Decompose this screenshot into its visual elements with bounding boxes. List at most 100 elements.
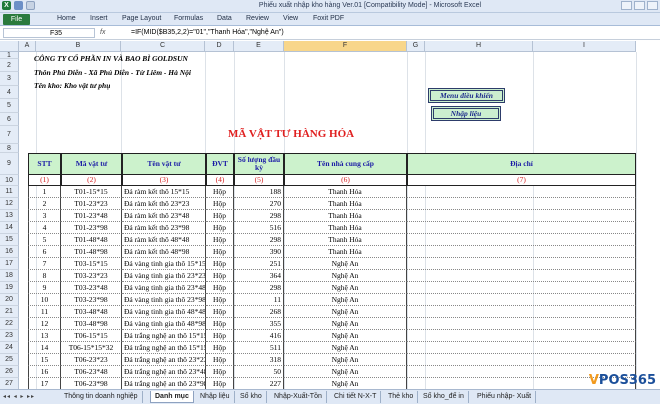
sheet-tab-stock-book[interactable]: Sổ kho [236, 391, 267, 403]
table-row[interactable]: 5 T01-48*48 Đá ràm kết thô 48*48 Hộp 298 Than… [28, 234, 636, 246]
row-header[interactable]: 20 [0, 294, 19, 306]
cell-address[interactable] [407, 342, 636, 354]
cell-qty[interactable]: 318 [234, 354, 284, 366]
row-header[interactable]: 1 [0, 52, 19, 59]
cell-address[interactable] [407, 246, 636, 258]
cell-name[interactable]: Đá ràm kết thô 23*98 [122, 222, 206, 234]
cell-stt[interactable]: 13 [28, 330, 61, 342]
column-header-e[interactable]: E [234, 41, 284, 52]
cell-qty[interactable]: 364 [234, 270, 284, 282]
sheet-tab-company-info[interactable]: Thông tin doanh nghiệp [60, 391, 143, 403]
cell-qty[interactable]: 298 [234, 210, 284, 222]
cell-name[interactable]: Đá vàng tinh gia thô 15*15 [122, 258, 206, 270]
table-row[interactable]: 3 T01-23*48 Đá ràm kết thô 23*48 Hộp 298 Than… [28, 210, 636, 222]
cell-name[interactable]: Đá trắng nghệ an thô 15*15*3 [122, 342, 206, 354]
cell-address[interactable] [407, 294, 636, 306]
data-entry-button[interactable]: Nhập liệu [431, 106, 501, 121]
cell-qty[interactable]: 268 [234, 306, 284, 318]
fx-icon[interactable]: fx [100, 29, 105, 36]
cell-qty[interactable]: 11 [234, 294, 284, 306]
row-header[interactable]: 18 [0, 270, 19, 282]
select-all-corner[interactable] [0, 41, 19, 52]
cell-unit[interactable]: Hộp [206, 210, 234, 222]
tab-view[interactable]: View [283, 15, 298, 22]
cell-address[interactable] [407, 234, 636, 246]
table-row[interactable]: 6 T01-48*98 Đá ràm kết thô 48*98 Hộp 390 Than… [28, 246, 636, 258]
undo-icon[interactable] [26, 1, 35, 10]
row-header[interactable]: 3 [0, 72, 19, 86]
cell-qty[interactable]: 390 [234, 246, 284, 258]
table-row[interactable]: 7 T03-15*15 Đá vàng tinh gia thô 15*15 Hộp 2… [28, 258, 636, 270]
cell-stt[interactable]: 6 [28, 246, 61, 258]
row-header[interactable]: 5 [0, 99, 19, 113]
cell-qty[interactable]: 298 [234, 282, 284, 294]
cell-supplier[interactable]: Nghệ An [284, 366, 407, 378]
formula-input[interactable]: =IF(MID($B35,2,2)="01","Thanh Hóa","Nghệ… [131, 29, 284, 36]
cell-address[interactable] [407, 318, 636, 330]
table-row[interactable]: 11 T03-48*48 Đá vàng tinh gia thô 48*48 Hộp… [28, 306, 636, 318]
tab-foxit-pdf[interactable]: Foxit PDF [313, 15, 344, 22]
cell-qty[interactable]: 188 [234, 186, 284, 198]
row-header[interactable]: 21 [0, 306, 19, 318]
column-header-b[interactable]: B [36, 41, 121, 52]
tab-home[interactable]: Home [57, 15, 76, 22]
sheet-tab-stock-card[interactable]: Thẻ kho [384, 391, 419, 403]
cell-supplier[interactable]: Nghệ An [284, 342, 407, 354]
cell-name[interactable]: Đá vàng tinh gia thô 23*23 [122, 270, 206, 282]
row-header[interactable]: 9 [0, 153, 19, 175]
tab-review[interactable]: Review [246, 15, 269, 22]
cell-supplier[interactable]: Nghệ An [284, 282, 407, 294]
cell-code[interactable]: T01-48*48 [61, 234, 122, 246]
table-row[interactable]: 2 T01-23*23 Đá ràm kết thô 23*23 Hộp 270 Than… [28, 198, 636, 210]
cell-stt[interactable]: 4 [28, 222, 61, 234]
cell-stt[interactable]: 5 [28, 234, 61, 246]
cell-unit[interactable]: Hộp [206, 186, 234, 198]
cell-supplier[interactable]: Thanh Hóa [284, 222, 407, 234]
cell-qty[interactable]: 511 [234, 342, 284, 354]
column-header-g[interactable]: G [407, 41, 425, 52]
column-header-d[interactable]: D [205, 41, 234, 52]
cell-address[interactable] [407, 354, 636, 366]
cell-supplier[interactable]: Nghệ An [284, 258, 407, 270]
cell-name[interactable]: Đá vàng tinh gia thô 48*98 [122, 318, 206, 330]
cell-unit[interactable]: Hộp [206, 342, 234, 354]
cell-address[interactable] [407, 198, 636, 210]
cell-stt[interactable]: 7 [28, 258, 61, 270]
cell-supplier[interactable]: Nghệ An [284, 330, 407, 342]
sheet-tab-receipt-issue[interactable]: Phiếu nhập- Xuất [473, 391, 537, 403]
row-header[interactable]: 8 [0, 144, 19, 153]
cell-code[interactable]: T06-23*23 [61, 354, 122, 366]
table-row[interactable]: 14 T06-15*15*32 Đá trắng nghệ an thô 15*15… [28, 342, 636, 354]
row-header[interactable]: 2 [0, 59, 19, 72]
cell-address[interactable] [407, 330, 636, 342]
table-row[interactable]: 4 T01-23*98 Đá ràm kết thô 23*98 Hộp 516 Than… [28, 222, 636, 234]
cell-name[interactable]: Đá trắng nghệ an thô 15*15 [122, 330, 206, 342]
row-header[interactable]: 22 [0, 318, 19, 330]
cell-name[interactable]: Đá trắng nghệ an thô 23*23 [122, 354, 206, 366]
name-box[interactable]: F35 [3, 28, 95, 38]
cell-code[interactable]: T03-23*48 [61, 282, 122, 294]
cell-stt[interactable]: 9 [28, 282, 61, 294]
column-header-i[interactable]: I [533, 41, 636, 52]
table-row[interactable]: 13 T06-15*15 Đá trắng nghệ an thô 15*15 Hộp… [28, 330, 636, 342]
column-header-a[interactable]: A [19, 41, 36, 52]
cell-code[interactable]: T03-23*23 [61, 270, 122, 282]
cell-supplier[interactable]: Thanh Hóa [284, 234, 407, 246]
cell-unit[interactable]: Hộp [206, 354, 234, 366]
cell-supplier[interactable]: Nghệ An [284, 270, 407, 282]
sheet-tab-stock-book-print[interactable]: Sổ kho_để in [419, 391, 469, 403]
sheet-tab-in-out-balance[interactable]: Nhập-Xuất-Tồn [270, 391, 327, 403]
cell-unit[interactable]: Hộp [206, 318, 234, 330]
cell-name[interactable]: Đá ràm kết thô 23*23 [122, 198, 206, 210]
cell-code[interactable]: T01-23*23 [61, 198, 122, 210]
cell-code[interactable]: T01-15*15 [61, 186, 122, 198]
cell-supplier[interactable]: Nghệ An [284, 318, 407, 330]
row-header[interactable]: 24 [0, 342, 19, 354]
cell-supplier[interactable]: Thanh Hóa [284, 198, 407, 210]
cell-unit[interactable]: Hộp [206, 246, 234, 258]
cell-unit[interactable]: Hộp [206, 366, 234, 378]
sheet-tab-in-out-detail[interactable]: Chi tiết N-X-T [330, 391, 382, 403]
cell-supplier[interactable]: Nghệ An [284, 306, 407, 318]
sheet-nav-arrows-icon[interactable]: ◂◂ ◂ ▸ ▸▸ [3, 393, 35, 400]
cell-code[interactable]: T06-23*48 [61, 366, 122, 378]
